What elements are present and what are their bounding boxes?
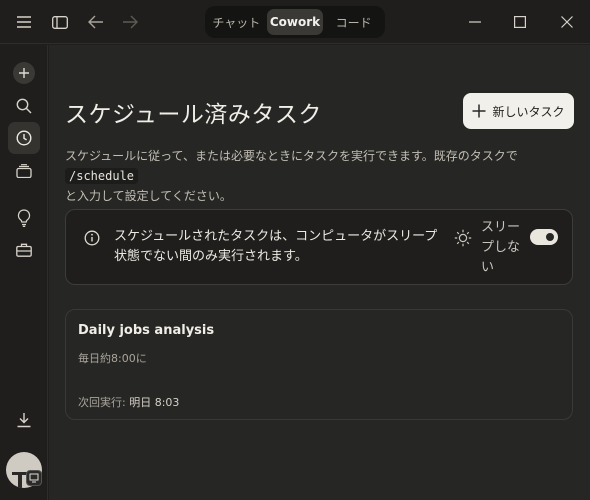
info-banner: スケジュールされたタスクは、コンピュータがスリープ状態でない間のみ実行されます。… bbox=[65, 209, 573, 285]
plus-icon bbox=[472, 104, 486, 118]
mode-switcher: チャット Cowork コード bbox=[205, 6, 385, 38]
back-arrow-icon[interactable] bbox=[84, 10, 108, 34]
description: スケジュールに従って、または必要なときにタスクを実行できます。既存のタスクで /… bbox=[65, 146, 577, 206]
new-task-label: 新しいタスク bbox=[492, 104, 565, 119]
plus-icon bbox=[13, 62, 35, 84]
new-task-button[interactable]: 新しいタスク bbox=[463, 93, 574, 129]
lightbulb-icon[interactable] bbox=[8, 202, 40, 234]
prevent-sleep-toggle[interactable] bbox=[530, 229, 558, 245]
page-title: スケジュール済みタスク bbox=[65, 102, 322, 128]
close-icon[interactable] bbox=[555, 10, 579, 34]
next-run-value: 明日 8:03 bbox=[129, 396, 180, 409]
tab-chat[interactable]: チャット bbox=[208, 9, 265, 35]
task-card[interactable]: Daily jobs analysis 毎日約8:00に 次回実行: 明日 8:… bbox=[65, 309, 573, 420]
toggle-knob bbox=[544, 231, 556, 243]
title-bar: チャット Cowork コード bbox=[0, 0, 590, 44]
info-icon bbox=[84, 230, 100, 250]
sleep-label: スリープしない bbox=[481, 220, 521, 275]
stack-icon[interactable] bbox=[8, 155, 40, 187]
sidebar bbox=[0, 45, 48, 500]
task-schedule: 毎日約8:00に bbox=[78, 352, 147, 365]
tab-cowork[interactable]: Cowork bbox=[266, 9, 324, 35]
sun-icon bbox=[454, 229, 472, 251]
search-icon[interactable] bbox=[8, 90, 40, 122]
sidebar-toggle-icon[interactable] bbox=[48, 10, 72, 34]
schedule-command: /schedule bbox=[65, 168, 139, 184]
info-text: スケジュールされたタスクは、コンピュータがスリープ状態でない間のみ実行されます。 bbox=[114, 229, 438, 264]
minimize-icon[interactable] bbox=[463, 10, 487, 34]
task-next-run: 次回実行: 明日 8:03 bbox=[78, 394, 179, 410]
task-name: Daily jobs analysis bbox=[78, 323, 215, 338]
briefcase-icon[interactable] bbox=[8, 234, 40, 266]
description-part1: スケジュールに従って、または必要なときにタスクを実行できます。既存のタスクで bbox=[65, 149, 518, 163]
description-part2: と入力して設定してください。 bbox=[65, 189, 232, 203]
forward-arrow-icon[interactable] bbox=[118, 10, 142, 34]
tab-code[interactable]: コード bbox=[325, 9, 382, 35]
device-badge-icon bbox=[26, 470, 42, 486]
menu-icon[interactable] bbox=[12, 10, 36, 34]
main-content: スケジュール済みタスク 新しいタスク スケジュールに従って、または必要なときにタ… bbox=[49, 45, 590, 500]
maximize-icon[interactable] bbox=[508, 10, 532, 34]
download-icon[interactable] bbox=[8, 404, 40, 436]
clock-icon[interactable] bbox=[8, 122, 40, 154]
new-chat-button[interactable] bbox=[8, 57, 40, 89]
next-run-prefix: 次回実行: bbox=[78, 396, 126, 409]
